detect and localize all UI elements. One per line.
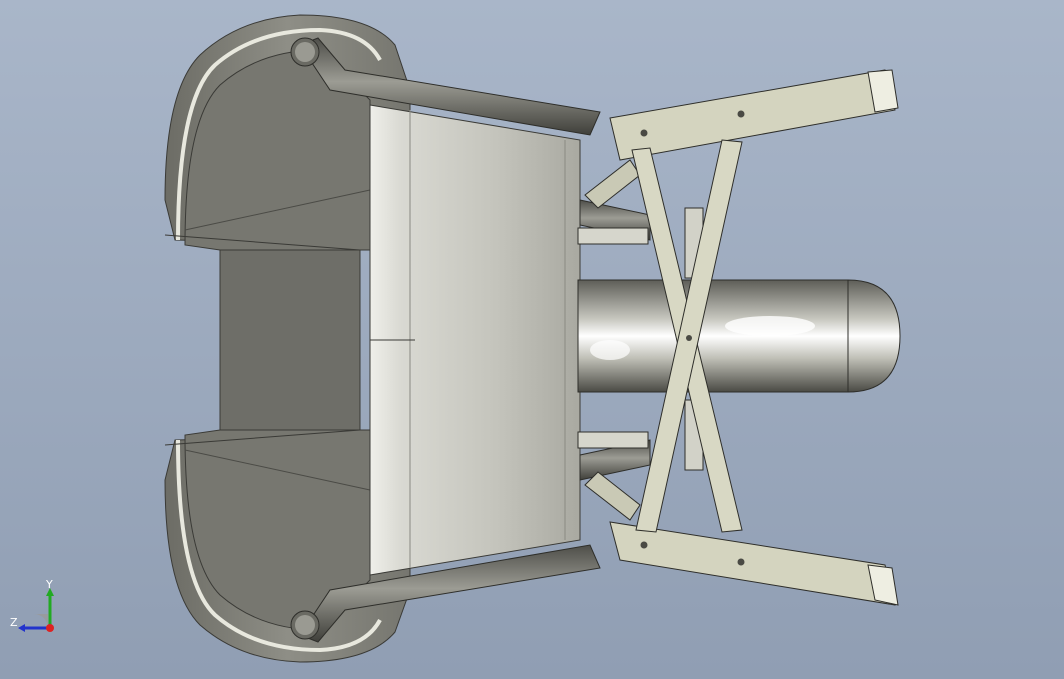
x-axis-origin xyxy=(46,624,54,632)
triad-plane xyxy=(34,614,48,628)
z-axis-arrow xyxy=(18,624,25,632)
y-axis-label: Y xyxy=(45,580,53,591)
orientation-triad: Y Z xyxy=(10,580,54,632)
z-axis-label: Z xyxy=(10,616,18,629)
footrest-cylinder xyxy=(577,279,901,393)
model-view[interactable] xyxy=(0,0,1064,679)
seat-front-panel xyxy=(369,104,581,576)
cad-viewport[interactable]: Y Z xyxy=(0,0,1064,679)
